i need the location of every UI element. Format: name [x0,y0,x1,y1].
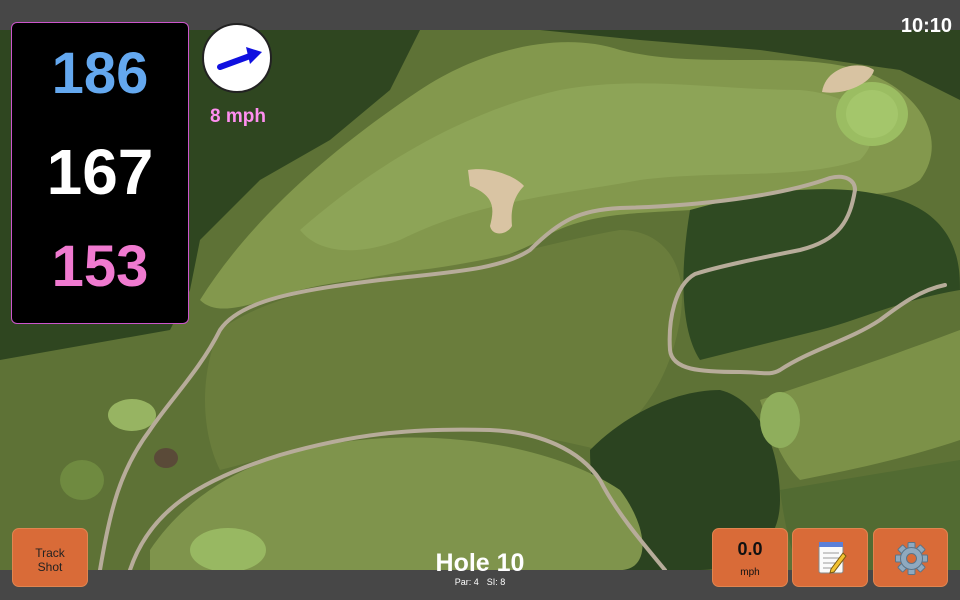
track-shot-label-line2: Shot [37,560,63,574]
shot-speed-unit: mph [740,567,760,578]
notes-button[interactable] [792,528,868,587]
wind-direction-dial [202,23,272,93]
hole-stroke-index: SI: 8 [486,577,506,587]
wind-direction-arrow-icon [217,47,262,70]
notepad-icon [818,542,847,574]
distance-front: 153 [51,234,149,299]
wind-speed-label: 8 mph [210,106,266,127]
hole-par: Par: 4 [454,577,479,587]
hole-info: Par: 4 SI: 8 [380,577,580,587]
shot-speed-value: 0.0 [737,539,763,559]
distance-back: 186 [51,41,149,106]
gear-icon [895,542,928,575]
hole-title: Hole 10 [435,549,525,577]
shot-speed-button[interactable]: 0.0 mph [712,528,788,587]
track-shot-label-line1: Track [35,546,65,560]
distance-panel: 186 167 153 [11,22,189,324]
distance-middle: 167 [46,136,154,208]
settings-button[interactable] [873,528,948,587]
clock: 10:10 [900,15,952,37]
track-shot-button[interactable]: Track Shot [12,528,88,587]
